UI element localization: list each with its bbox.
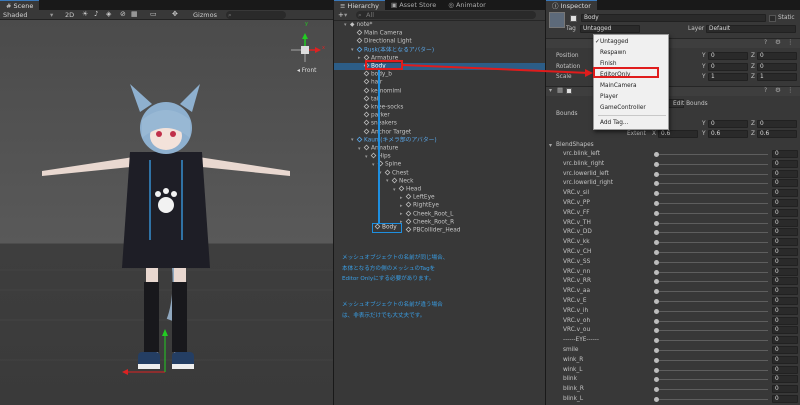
highlight-arrow <box>402 64 593 77</box>
